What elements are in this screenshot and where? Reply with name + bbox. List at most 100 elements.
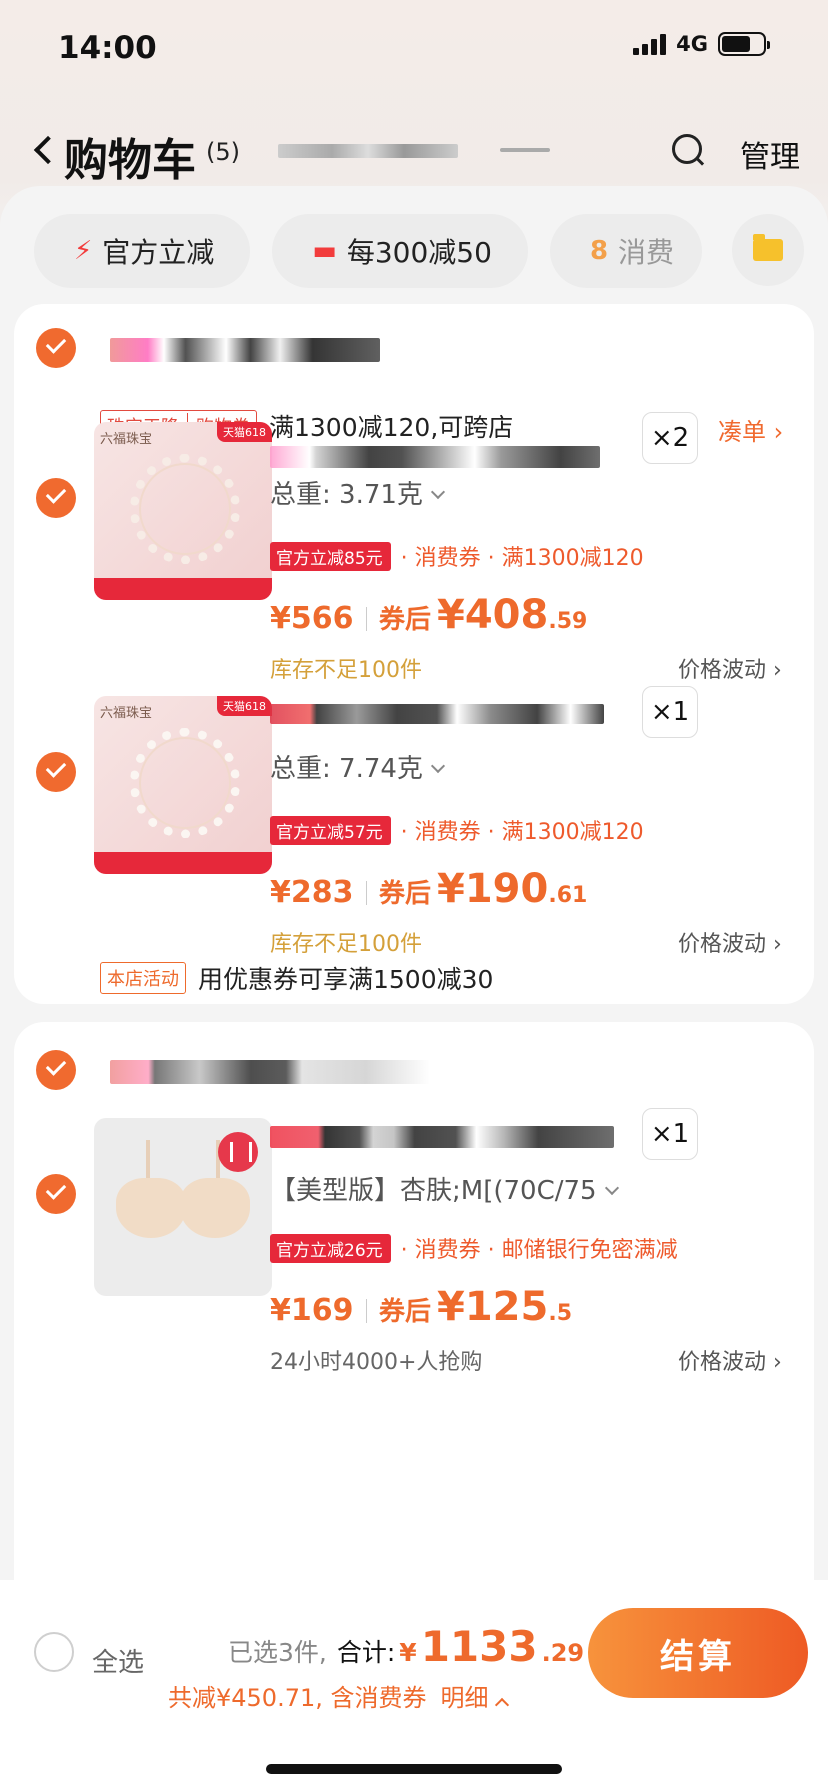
filter-official-discount[interactable]: ⚡ 官方立减 — [34, 214, 251, 288]
deal-line: 官方立减26元 · 消费券 · 邮储银行免密满减 — [270, 1232, 678, 1264]
total-amount: 1133 — [420, 1622, 538, 1671]
thumb-brand: 六福珠宝 — [100, 432, 153, 447]
thumb-brand: 六福珠宝 — [100, 706, 153, 721]
manage-button[interactable]: 管理 — [740, 132, 800, 176]
add-on-link[interactable]: 凑单 › — [718, 412, 783, 447]
discount-tag: 官方立减85元 — [270, 541, 391, 571]
folder-icon — [753, 234, 783, 261]
price-fluctuation-link[interactable]: 价格波动 › — [678, 1344, 782, 1376]
discount-tag: 官方立减57元 — [270, 815, 391, 845]
spec-selector[interactable]: 总重: 7.74克 — [270, 748, 445, 785]
spec-selector[interactable]: 【美型版】杏肤;M[(70C/75 — [270, 1170, 619, 1207]
store-card: 珠宝天降购物券 满1300减120,可跨店 凑单 › 六福珠宝 天猫618 ×2… — [14, 304, 814, 1004]
pearl-bracelet-image — [130, 728, 240, 838]
status-bar: 14:00 4G — [0, 0, 828, 100]
savings-text: 共减¥450.71, 含消费券 — [168, 1684, 427, 1712]
after-coupon-label: 券后 — [379, 879, 432, 909]
total-summary: 已选3件, 合计: ¥ 1133 .29 — [228, 1622, 584, 1671]
price-line: ¥283 券后 ¥190 .61 — [270, 866, 587, 912]
store-name-redacted[interactable] — [110, 1060, 430, 1084]
status-time: 14:00 — [58, 30, 157, 66]
price-fluctuation-link[interactable]: 价格波动 › — [678, 652, 782, 684]
nav-bar: 购物车 (5) 管理 — [0, 110, 828, 190]
network-label: 4G — [676, 32, 708, 56]
thumb-banner — [94, 578, 272, 600]
filter-label: 每300减50 — [346, 236, 492, 269]
filter-per-300-off-50[interactable]: ▬ 每300减50 — [272, 214, 528, 288]
activity-tag: 本店活动 — [100, 962, 186, 994]
select-all-checkbox[interactable] — [34, 1632, 74, 1672]
folder-button[interactable] — [732, 214, 804, 286]
store-name-redacted[interactable] — [110, 338, 380, 362]
checkout-button[interactable]: 结算 — [588, 1608, 808, 1698]
search-icon[interactable] — [670, 132, 706, 168]
activity-text: 用优惠券可享满1500减30 — [198, 965, 494, 994]
product-title-redacted[interactable] — [270, 1126, 614, 1148]
chevron-up-icon — [494, 1697, 509, 1713]
price-line: ¥566 券后 ¥408 .59 — [270, 592, 587, 638]
price-line: ¥169 券后 ¥125 .5 — [270, 1284, 572, 1330]
deal-text: · 消费券 · 邮储银行免密满减 — [400, 1238, 678, 1263]
product-title-redacted[interactable] — [270, 446, 600, 468]
checkout-bar: 全选 已选3件, 合计: ¥ 1133 .29 共减¥450.71, 含消费券 … — [0, 1580, 828, 1792]
thumb-badge: 天猫618 — [217, 422, 272, 442]
discount-tag: 官方立减26元 — [270, 1233, 391, 1263]
store-activity: 本店活动 用优惠券可享满1500减30 — [100, 960, 493, 996]
after-coupon-cents: .5 — [548, 1301, 573, 1326]
back-icon[interactable] — [28, 130, 58, 170]
status-icons: 4G — [633, 32, 770, 56]
price-fluctuation-link[interactable]: 价格波动 › — [678, 926, 782, 958]
quantity-button[interactable]: ×2 — [642, 412, 698, 464]
product-image[interactable]: 六福珠宝 天猫618 — [94, 422, 272, 600]
battery-icon — [718, 32, 770, 56]
after-coupon-price: ¥125 — [437, 1284, 549, 1330]
filter-label: 消费 — [618, 236, 675, 269]
item-checkbox[interactable] — [36, 1174, 76, 1214]
total-cents: .29 — [541, 1639, 585, 1667]
pearl-bracelet-image — [130, 454, 240, 564]
original-price: ¥283 — [270, 875, 354, 910]
chevron-down-icon — [430, 484, 445, 500]
after-coupon-price: ¥408 — [437, 592, 549, 638]
original-price: ¥169 — [270, 1293, 354, 1328]
item-checkbox[interactable] — [36, 752, 76, 792]
product-image[interactable] — [94, 1118, 272, 1296]
deal-text: · 消费券 · 满1300减120 — [400, 546, 644, 571]
spec-selector[interactable]: 总重: 3.71克 — [270, 474, 445, 511]
detail-link[interactable]: 明细 — [441, 1678, 509, 1713]
redacted-text — [278, 144, 458, 158]
total-currency: ¥ — [399, 1638, 417, 1667]
coupon-icon: 8 — [589, 236, 609, 266]
selected-count: 已选3件, — [228, 1638, 327, 1667]
item-checkbox[interactable] — [36, 478, 76, 518]
cart-count: (5) — [206, 138, 240, 166]
select-all-label[interactable]: 全选 — [92, 1642, 144, 1679]
product-title-redacted[interactable] — [270, 704, 604, 724]
filter-consumer-coupon[interactable]: 8 消费 — [549, 214, 702, 288]
original-price: ¥566 — [270, 601, 354, 636]
cart-sheet: ⚡ 官方立减 ▬ 每300减50 8 消费 珠宝天降购物券 满1300减120,… — [0, 186, 828, 1622]
deal-line: 官方立减57元 · 消费券 · 满1300减120 — [270, 814, 644, 846]
store-checkbox[interactable] — [36, 328, 76, 368]
quantity-button[interactable]: ×1 — [642, 1108, 698, 1160]
store-card: ×1 【美型版】杏肤;M[(70C/75 官方立减26元 · 消费券 · 邮储银… — [14, 1022, 814, 1622]
after-coupon-cents: .59 — [548, 609, 588, 634]
after-coupon-price: ¥190 — [437, 866, 549, 912]
after-coupon-cents: .61 — [548, 883, 588, 908]
sales-note: 24小时4000+人抢购 — [270, 1350, 483, 1375]
page-title: 购物车 — [64, 135, 196, 186]
total-label: 合计: — [336, 1638, 396, 1667]
lightning-icon: ⚡ — [74, 236, 93, 266]
live-badge-icon — [218, 1132, 258, 1172]
chevron-down-icon — [604, 1180, 619, 1196]
product-image[interactable]: 六福珠宝 天猫618 — [94, 696, 272, 874]
thumb-badge: 天猫618 — [217, 696, 272, 716]
deal-line: 官方立减85元 · 消费券 · 满1300减120 — [270, 540, 644, 572]
shop-icon: ▬ — [312, 236, 337, 266]
quantity-button[interactable]: ×1 — [642, 686, 698, 738]
after-coupon-label: 券后 — [379, 605, 432, 635]
filter-label: 官方立减 — [102, 236, 215, 269]
promo-text: 满1300减120,可跨店 — [269, 413, 514, 442]
after-coupon-label: 券后 — [379, 1297, 432, 1327]
store-checkbox[interactable] — [36, 1050, 76, 1090]
